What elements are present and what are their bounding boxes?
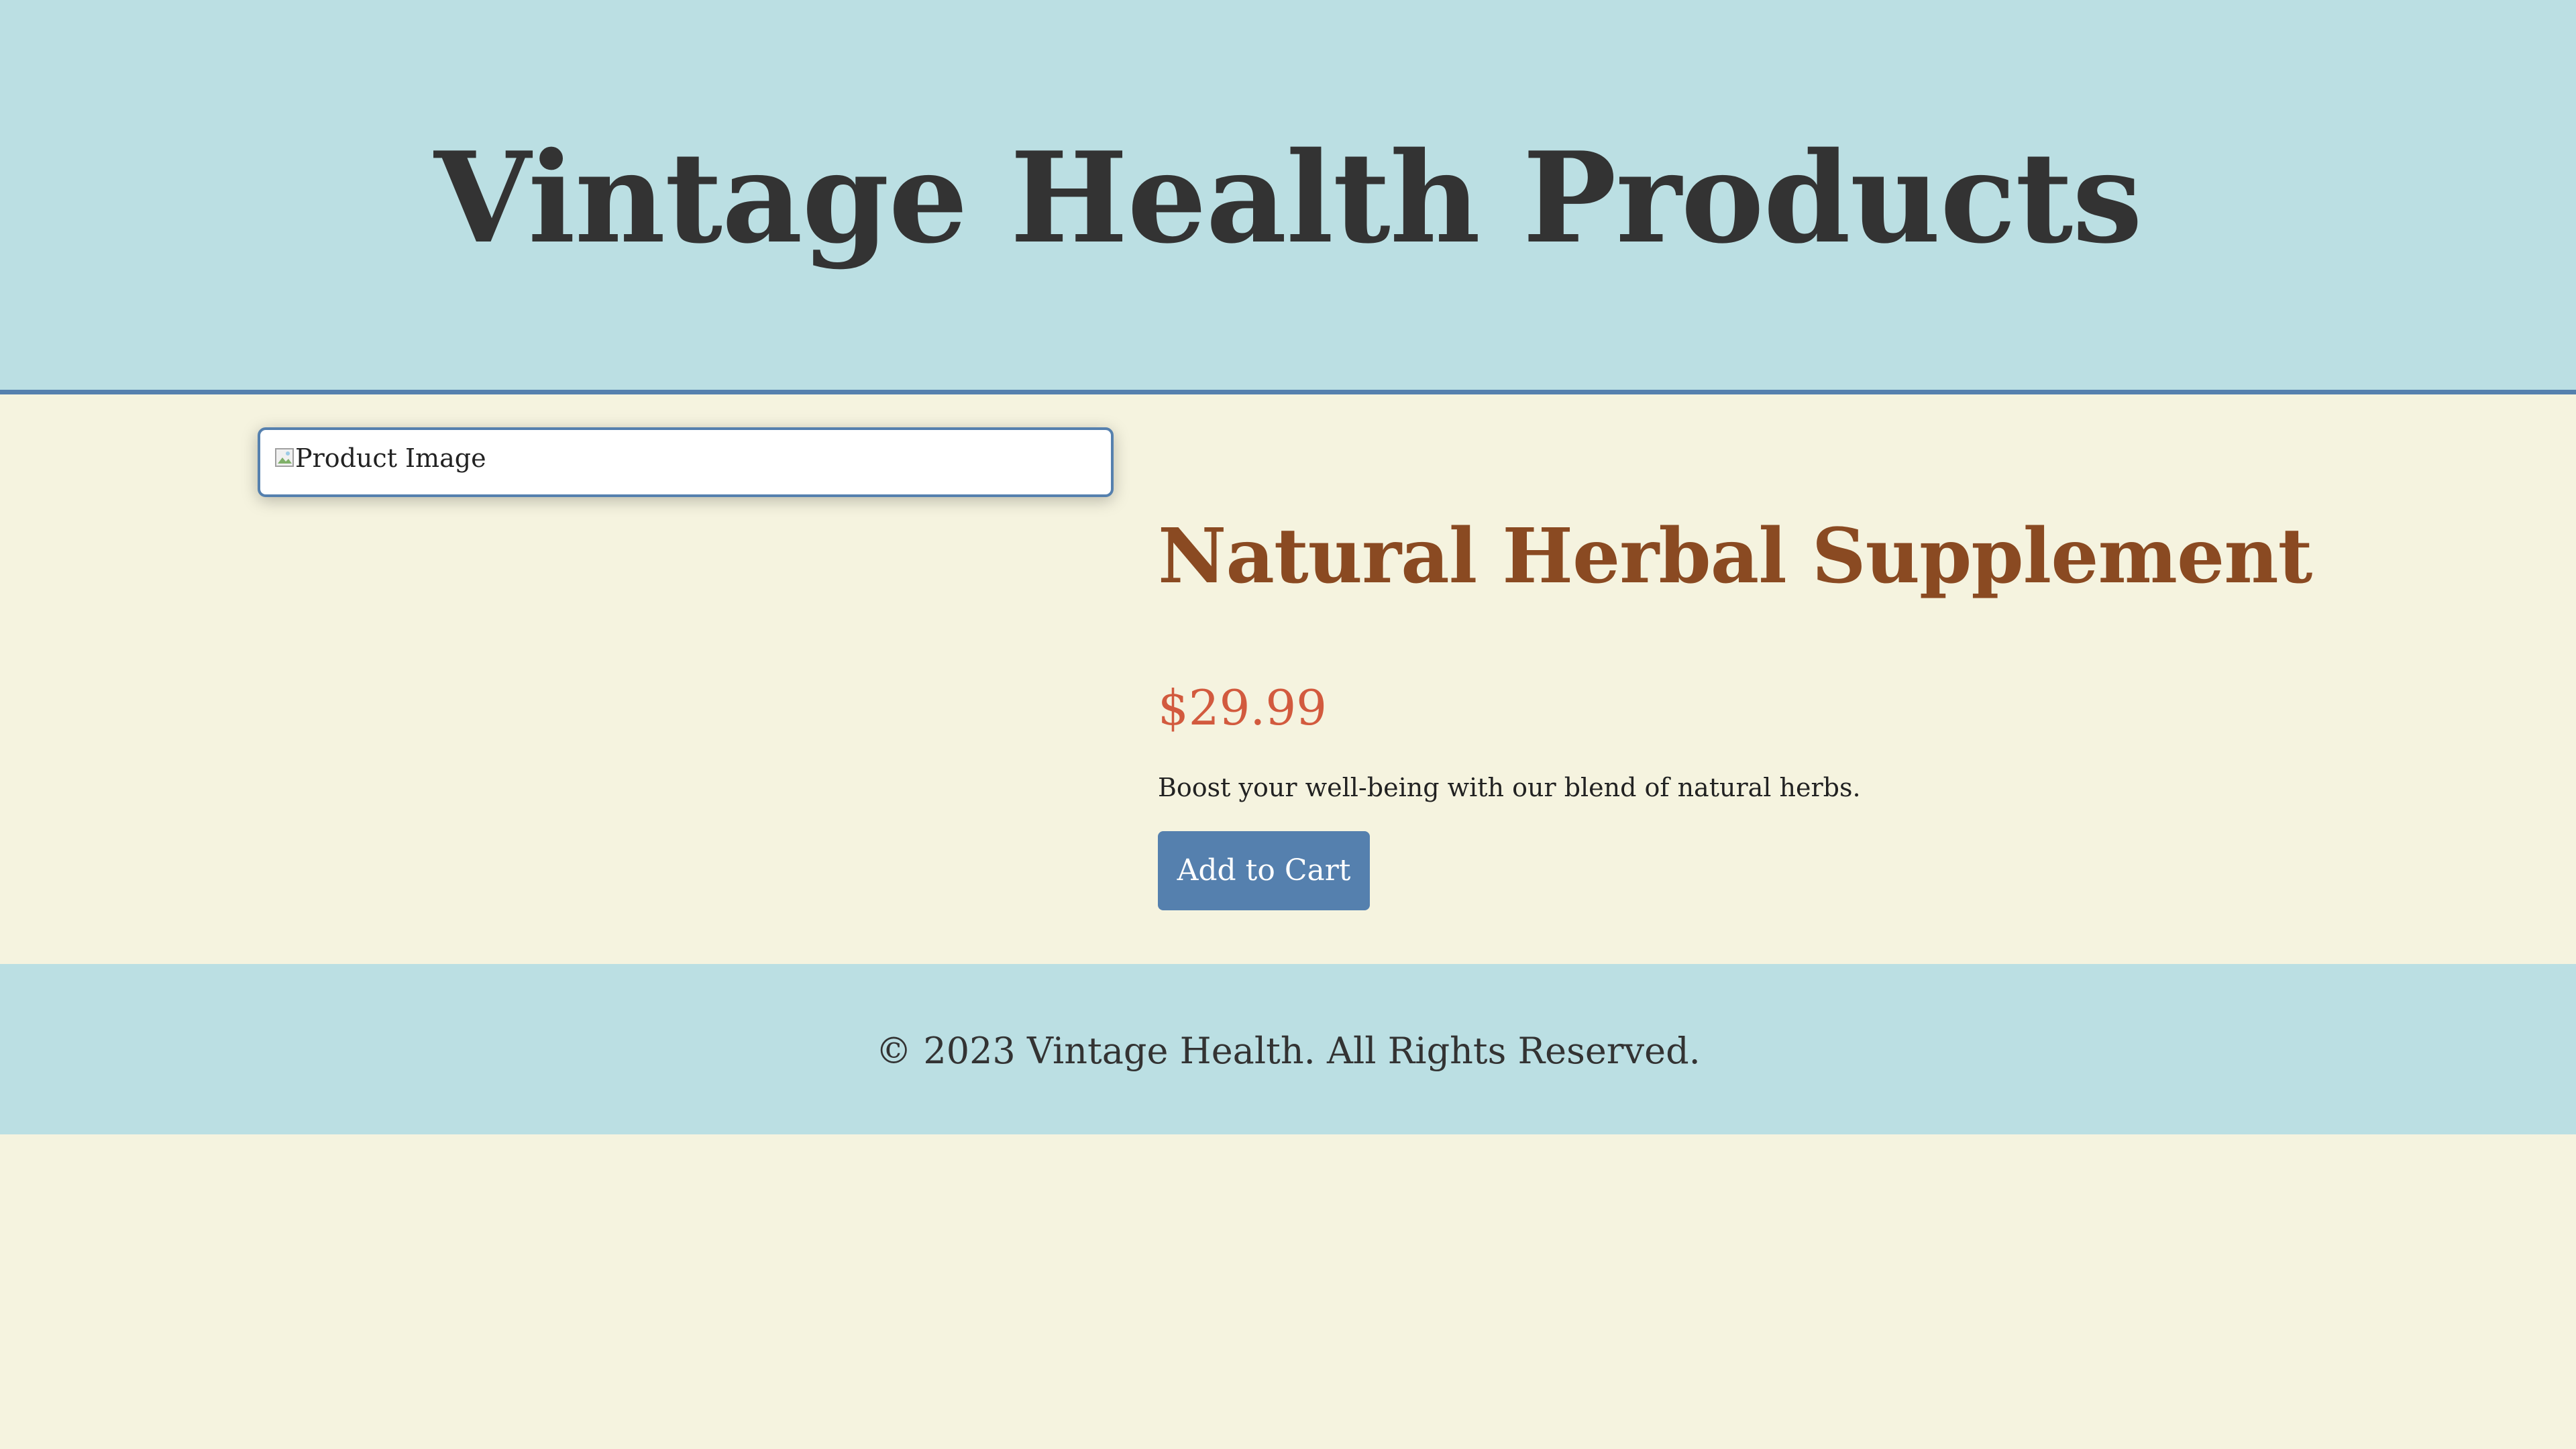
site-footer: © 2023 Vintage Health. All Rights Reserv… [0, 964, 2576, 1134]
broken-image-icon [275, 447, 295, 469]
product-image-frame: Product Image [258, 427, 1114, 497]
copyright-text: © 2023 Vintage Health. All Rights Reserv… [875, 1030, 1701, 1072]
site-header: Vintage Health Products [0, 0, 2576, 394]
product-image-alt-text: Product Image [295, 443, 486, 473]
product-name: Natural Herbal Supplement [1158, 513, 2312, 600]
product-description: Boost your well-being with our blend of … [1158, 773, 1861, 802]
add-to-cart-button[interactable]: Add to Cart [1158, 831, 1370, 910]
product-price: $29.99 [1158, 680, 1327, 736]
product-image: Product Image [275, 443, 486, 473]
site-title: Vintage Health Products [434, 124, 2143, 271]
